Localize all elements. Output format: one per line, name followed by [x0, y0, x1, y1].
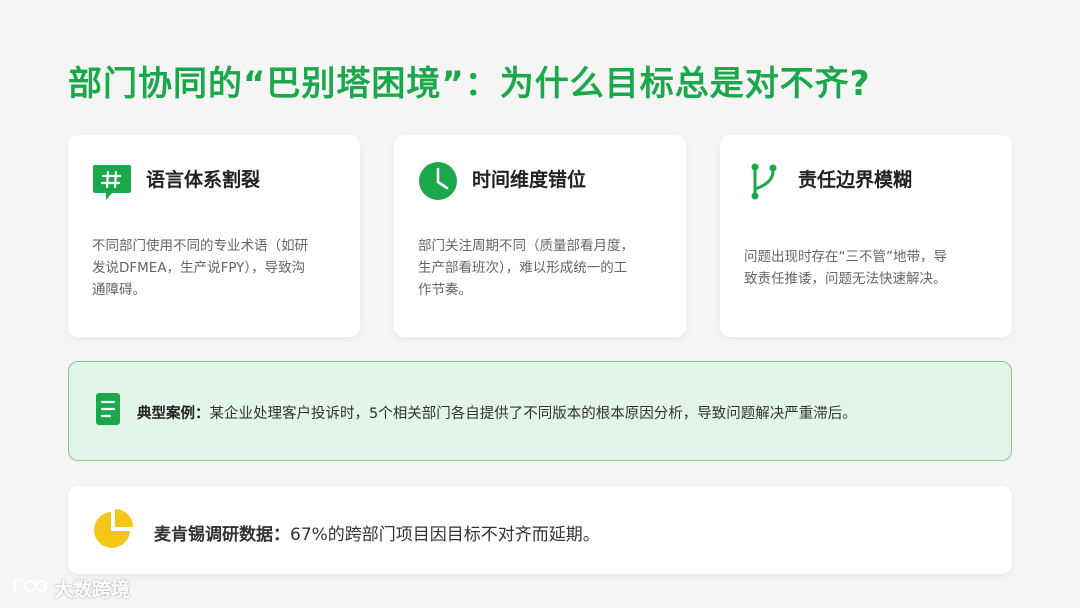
page-title: 部门协同的“巴别塔困境”：为什么目标总是对不齐? [68, 64, 871, 104]
card-time: 时间维度错位 部门关注周期不同（质量部看月度， 生产部看班次），难以形成统一的工… [394, 135, 686, 337]
card-heading: 时间维度错位 [472, 169, 587, 191]
case-label: 典型案例： [137, 406, 210, 422]
data-text: 麦肯锡调研数据：67%的跨部门项目因目标不对齐而延期。 [154, 520, 600, 545]
watermark: 大数跨境 [10, 574, 130, 603]
data-label: 麦肯锡调研数据： [154, 525, 290, 545]
hashtag-chat-icon [92, 161, 132, 201]
branch-icon [744, 161, 784, 201]
card-body: 问题出现时存在“三不管”地带，导 致责任推诿，问题无法快速解决。 [744, 249, 947, 287]
case-body: 某企业处理客户投诉时，5个相关部门各自提供了不同版本的根本原因分析，导致问题解决… [209, 406, 857, 422]
case-box: 典型案例：某企业处理客户投诉时，5个相关部门各自提供了不同版本的根本原因分析，导… [68, 361, 1012, 461]
card-responsibility: 责任边界模糊 问题出现时存在“三不管”地带，导 致责任推诿，问题无法快速解决。 [720, 135, 1012, 337]
logo-icon [10, 574, 50, 603]
card-heading: 语言体系割裂 [146, 169, 261, 191]
watermark-text: 大数跨境 [54, 579, 131, 601]
card-body: 部门关注周期不同（质量部看月度， 生产部看班次），难以形成统一的工 作节奏。 [418, 238, 634, 298]
document-icon [95, 392, 121, 426]
card-heading: 责任边界模糊 [798, 169, 913, 191]
card-body: 不同部门使用不同的专业术语（如研 发说DFMEA，生产说FPY），导致沟 通障碍… [92, 238, 308, 298]
data-box: 麦肯锡调研数据：67%的跨部门项目因目标不对齐而延期。 [68, 486, 1012, 574]
data-body: 67%的跨部门项目因目标不对齐而延期。 [290, 525, 600, 545]
case-text: 典型案例：某企业处理客户投诉时，5个相关部门各自提供了不同版本的根本原因分析，导… [137, 402, 857, 423]
pie-chart-icon [92, 508, 134, 550]
card-language: 语言体系割裂 不同部门使用不同的专业术语（如研 发说DFMEA，生产说FPY），… [68, 135, 360, 337]
clock-icon [418, 161, 458, 201]
